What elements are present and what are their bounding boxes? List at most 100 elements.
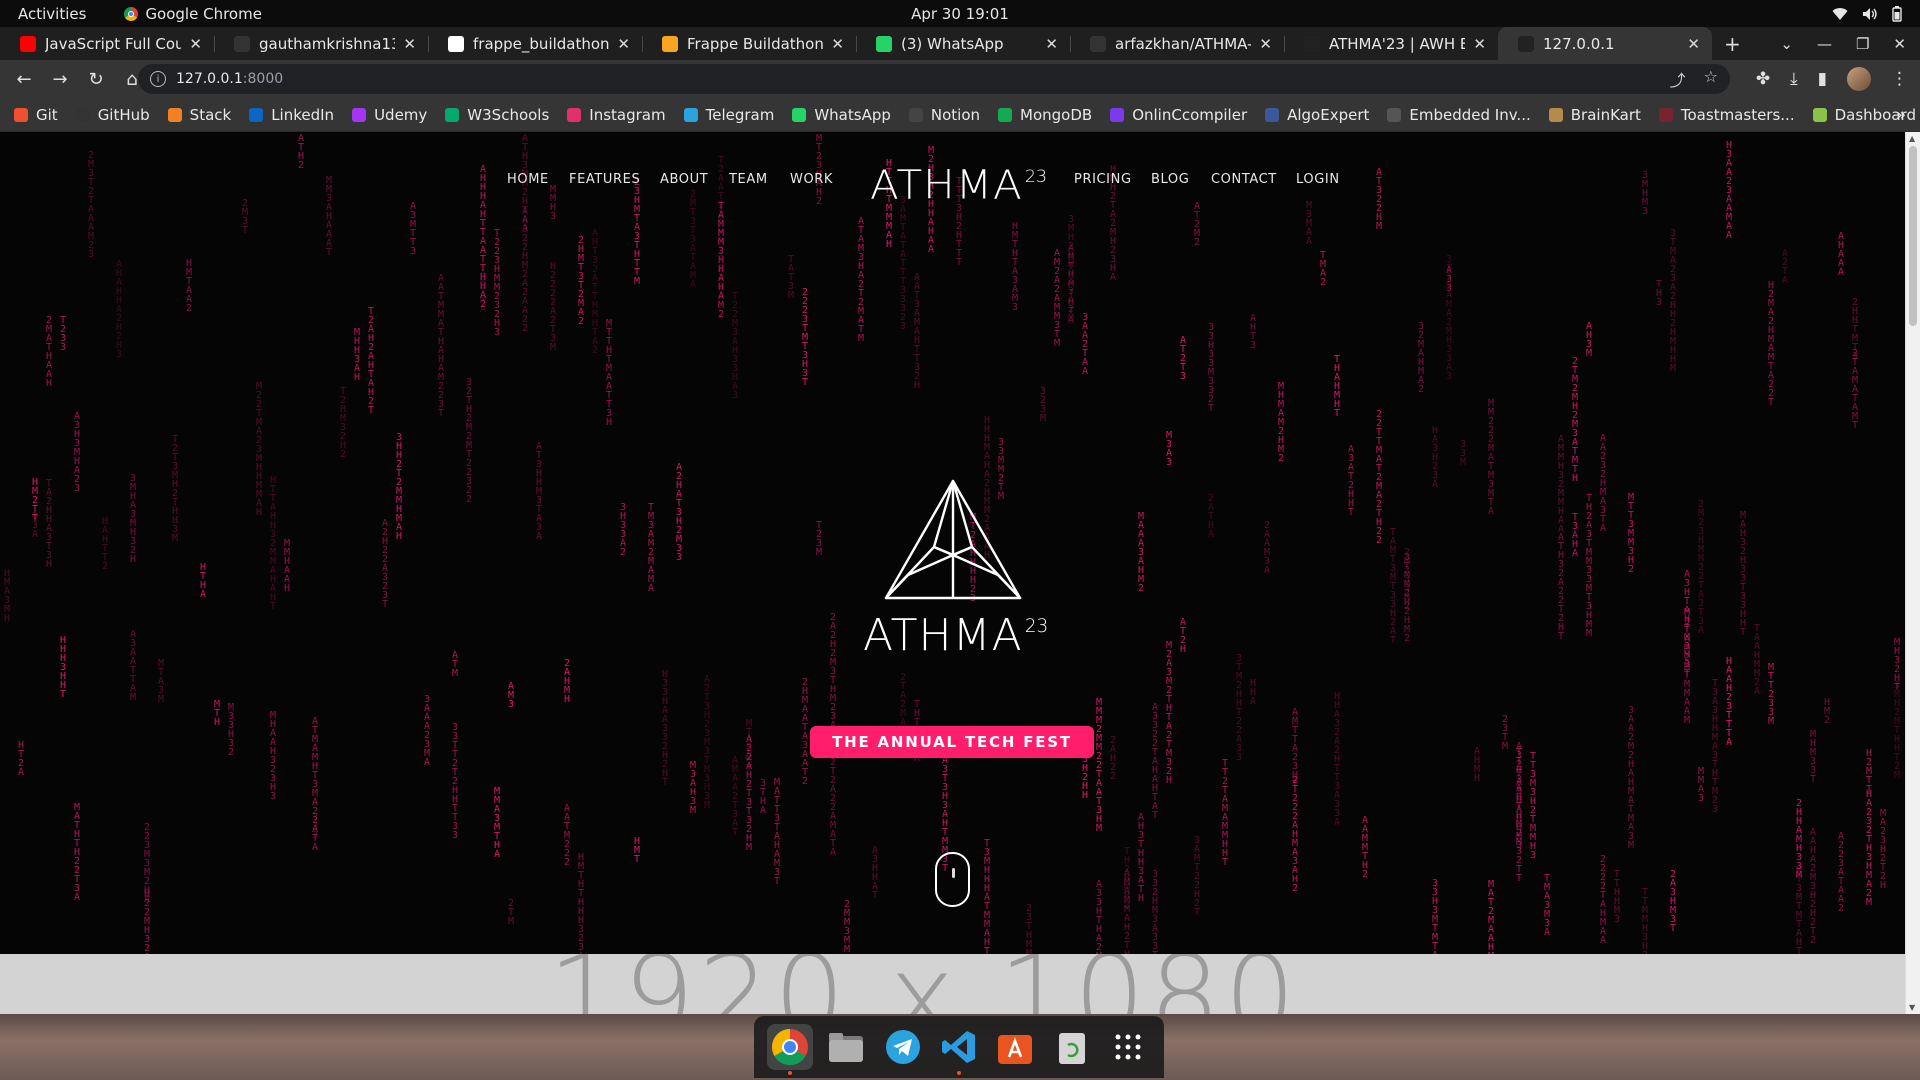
bookmark-item[interactable]: BrainKart [1548,106,1641,124]
tab-3[interactable]: Frappe Buildathon: R ✕ [642,27,856,60]
tab-2[interactable]: frappe_buildathon ✕ [428,27,642,60]
bookmark-item[interactable]: Udemy [352,106,427,124]
vscode-icon [941,1031,975,1063]
rain-column: A3AATTAM [129,629,137,703]
new-tab-button[interactable]: + [1724,32,1741,56]
rain-column: ATAM3HA2T2MATM [857,216,865,344]
bookmark-item[interactable]: GitHub [75,106,150,124]
rain-column: AMAA2T3AT [731,755,739,838]
bookmark-item[interactable]: LinkedIn [249,106,334,124]
nav-features[interactable]: FEATURES [569,172,640,187]
dock-files[interactable] [823,1024,869,1070]
bookmarks-overflow-icon[interactable]: » [1896,105,1906,124]
minimize-button[interactable]: — [1817,35,1832,53]
tab-1[interactable]: gauthamkrishna1312 ✕ [214,27,428,60]
nav-contact[interactable]: CONTACT [1211,172,1277,187]
dock-software-center[interactable] [992,1024,1038,1070]
nav-about[interactable]: ABOUT [660,172,708,187]
rain-column: MTT3MM3H2 [1627,492,1635,575]
bookmark-item[interactable]: MongoDB [998,106,1092,124]
rain-column: MTH [213,699,221,728]
clock[interactable]: Apr 30 19:01 [911,5,1009,23]
rain-column: TM3AM2MAMA [647,502,655,594]
bookmark-item[interactable]: Stack [167,106,231,124]
dock-vscode[interactable] [936,1024,982,1075]
forward-button[interactable]: → [44,69,76,90]
nav-logo[interactable]: ATHMA 23 [870,161,1047,208]
browser-toolbar: ← → ↻ ⌂ i 127.0.0.1:8000 ⤴ ☆ ✤ ⤓ ▮ ⋮ [0,60,1920,98]
reload-button[interactable]: ↻ [80,69,112,90]
bookmark-item[interactable]: Git [14,106,58,124]
dock-trash[interactable] [1049,1024,1095,1070]
rain-column: TMA3M3A [1543,873,1551,938]
site-info-icon[interactable]: i [150,71,166,87]
address-bar[interactable]: i 127.0.0.1:8000 ⤴ ☆ [138,64,1730,94]
url-host: 127.0.0.1 [176,71,243,87]
chrome-menu-icon[interactable]: ⋮ [1891,69,1908,89]
bookmark-item[interactable]: OnlinCcompiler [1110,106,1247,124]
wifi-icon [1832,7,1848,20]
bookmark-item[interactable]: Embedded Inv... [1387,106,1531,124]
tab-close-icon[interactable]: ✕ [189,35,202,53]
nav-blog[interactable]: BLOG [1151,172,1189,187]
bookmark-item[interactable]: W3Schools [445,106,549,124]
tab-close-icon[interactable]: ✕ [1045,35,1058,53]
tab-7[interactable]: 127.0.0.1 ✕ [1498,27,1712,60]
bookmark-item[interactable]: AlgoExpert [1265,106,1369,124]
tab-4[interactable]: (3) WhatsApp ✕ [856,27,1070,60]
tab-close-icon[interactable]: ✕ [1473,35,1486,53]
bookmark-item[interactable]: Notion [908,106,980,124]
scroll-down-arrow[interactable]: ▼ [1909,1003,1915,1012]
dock-chrome[interactable] [767,1024,814,1075]
nav-pricing[interactable]: PRICING [1074,172,1132,187]
tab-0[interactable]: JavaScript Full Course ✕ [0,27,214,60]
back-button[interactable]: ← [8,69,40,90]
tab-close-icon[interactable]: ✕ [617,35,630,53]
bookmark-item[interactable]: WhatsApp [792,106,891,124]
rain-column: A3HTAHTM3M3T [1683,569,1691,679]
frappe-doc-icon [662,35,678,52]
activities-button[interactable]: Activities [0,5,86,23]
rain-column: HTHA [199,562,207,600]
rain-column: 2AH22 [1109,735,1117,782]
close-window-button[interactable]: ✕ [1893,35,1906,53]
tab-5[interactable]: arfazkhan/ATHMA-23 ✕ [1070,27,1284,60]
tagline-badge[interactable]: THE ANNUAL TECH FEST [810,726,1094,758]
bookmark-favicon-icon [1548,107,1563,122]
bookmark-item[interactable]: Toastmasters... [1658,106,1795,124]
scroll-down-indicator[interactable] [935,852,970,907]
scroll-up-arrow[interactable]: ▲ [1909,134,1915,143]
page-scrollbar[interactable]: ▲ ▼ [1905,132,1920,1014]
bookmark-star-icon[interactable]: ☆ [1704,67,1718,91]
nav-login[interactable]: LOGIN [1296,172,1340,187]
nav-work[interactable]: WORK [790,172,833,187]
rain-column: MMA3 [1697,766,1705,804]
tab-6[interactable]: ATHMA'23 | AWH Eng ✕ [1284,27,1498,60]
maximize-button[interactable]: ❐ [1856,35,1869,53]
rain-column: 2A3HM3T [1669,869,1677,934]
profile-avatar[interactable] [1847,67,1871,91]
bookmark-item[interactable]: Telegram [683,106,774,124]
tab-search-icon[interactable]: ⌄ [1780,35,1793,53]
bookmark-label: W3Schools [467,105,550,124]
side-panel-icon[interactable]: ▮ [1818,69,1827,89]
dock-telegram[interactable] [880,1024,926,1070]
extensions-icon[interactable]: ✤ [1756,69,1770,89]
downloads-icon[interactable]: ⤓ [1790,69,1798,89]
rain-column: HAAH23TTTA [1725,656,1733,748]
app-menu[interactable]: Google Chrome [124,5,262,23]
bookmark-label: Udemy [374,105,428,124]
nav-home[interactable]: HOME [507,172,549,187]
share-icon[interactable]: ⤴ [1670,67,1686,91]
bookmark-item[interactable]: Instagram [567,106,666,124]
rain-column: AMMH32MMHAA [1557,434,1565,535]
tab-close-icon[interactable]: ✕ [403,35,416,53]
tab-close-icon[interactable]: ✕ [1687,35,1700,53]
dock-app-grid[interactable] [1105,1024,1151,1070]
tab-close-icon[interactable]: ✕ [1259,35,1272,53]
nav-team[interactable]: TEAM [729,172,768,187]
tab-close-icon[interactable]: ✕ [831,35,844,53]
system-tray[interactable] [1832,5,1902,22]
rain-column: T2HM32H2 [339,386,347,460]
scrollbar-thumb[interactable] [1909,146,1917,326]
